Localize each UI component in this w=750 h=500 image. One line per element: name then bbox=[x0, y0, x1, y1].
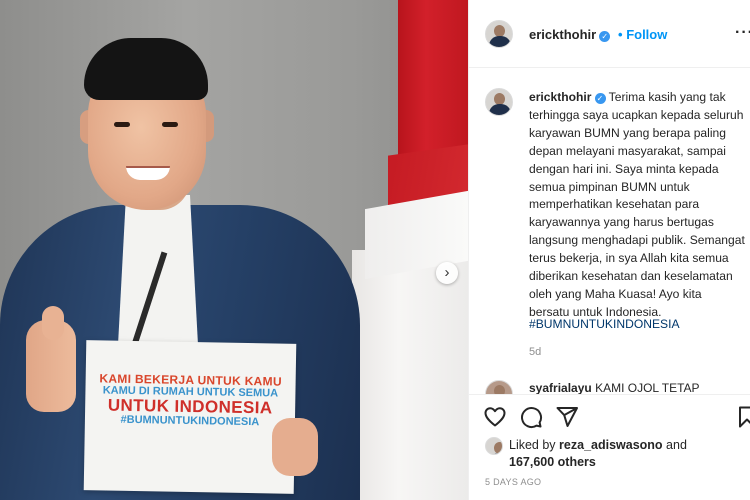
liker-username[interactable]: reza_adiswasono bbox=[559, 438, 663, 452]
caption-username[interactable]: erickthohir bbox=[529, 90, 592, 104]
share-icon[interactable] bbox=[555, 405, 579, 429]
caption-avatar[interactable] bbox=[485, 88, 513, 116]
person-hair bbox=[84, 38, 208, 100]
person-thumb bbox=[42, 306, 64, 340]
person-eye-left bbox=[114, 122, 130, 127]
liker-avatar[interactable] bbox=[485, 437, 503, 455]
comment-icon[interactable] bbox=[519, 405, 543, 429]
header-username-text[interactable]: erickthohir bbox=[529, 27, 596, 42]
bookmark-icon[interactable] bbox=[735, 405, 750, 429]
comment-item: syafrialayu KAMI OJOL TETAP bbox=[469, 378, 750, 394]
post-timestamp[interactable]: 5 DAYS AGO bbox=[485, 477, 541, 487]
avatar[interactable] bbox=[485, 20, 513, 48]
flag-white-stripe bbox=[352, 250, 468, 500]
person-eye-right bbox=[162, 122, 178, 127]
header-username[interactable]: erickthohir ✓ bbox=[529, 27, 611, 42]
verified-badge-icon: ✓ bbox=[594, 93, 606, 104]
likes-conjunction: and bbox=[666, 438, 687, 452]
likes-text: Liked by reza_adiswasono and 167,600 oth… bbox=[509, 437, 729, 471]
heart-icon[interactable] bbox=[483, 405, 507, 429]
comment-body: KAMI OJOL TETAP bbox=[595, 381, 700, 394]
caption-hashtag-link[interactable]: #BUMNUNTUKINDONESIA bbox=[529, 317, 680, 331]
caption-block: erickthohir ✓ Terima kasih yang tak terhi… bbox=[469, 68, 750, 378]
follow-separator: • bbox=[618, 27, 623, 42]
comment-text: syafrialayu KAMI OJOL TETAP bbox=[529, 381, 700, 394]
comment-avatar[interactable] bbox=[485, 380, 513, 394]
follow-button[interactable]: • Follow bbox=[618, 27, 667, 42]
caption-body: Terima kasih yang tak terhingga saya uca… bbox=[529, 90, 745, 319]
post-actions: Liked by reza_adiswasono and 167,600 oth… bbox=[469, 394, 750, 500]
likes-count-link[interactable]: 167,600 others bbox=[509, 455, 596, 469]
post-header: erickthohir✓ • Follow ··· bbox=[469, 0, 750, 68]
chevron-right-icon: › bbox=[444, 264, 450, 281]
verified-badge-icon: ✓ bbox=[599, 31, 611, 42]
more-options-icon[interactable]: ··· bbox=[735, 24, 750, 42]
post-image[interactable]: KAMI BEKERJA UNTUK KAMU KAMU DI RUMAH UN… bbox=[0, 0, 468, 500]
person-hand-holding-sign bbox=[272, 418, 318, 476]
carousel-next-button[interactable]: › bbox=[436, 262, 458, 284]
comment-username[interactable]: syafrialayu bbox=[529, 381, 592, 394]
post-sidebar: erickthohir✓ • Follow ··· erickthohir✓ T… bbox=[468, 0, 750, 500]
caption-text: erickthohir ✓ Terima kasih yang tak terhi… bbox=[529, 89, 745, 322]
follow-label[interactable]: Follow bbox=[626, 27, 667, 42]
likes-prefix: Liked by bbox=[509, 438, 556, 452]
caption-age: 5d bbox=[529, 346, 542, 358]
protest-sign: KAMI BEKERJA UNTUK KAMU KAMU DI RUMAH UN… bbox=[83, 340, 297, 494]
